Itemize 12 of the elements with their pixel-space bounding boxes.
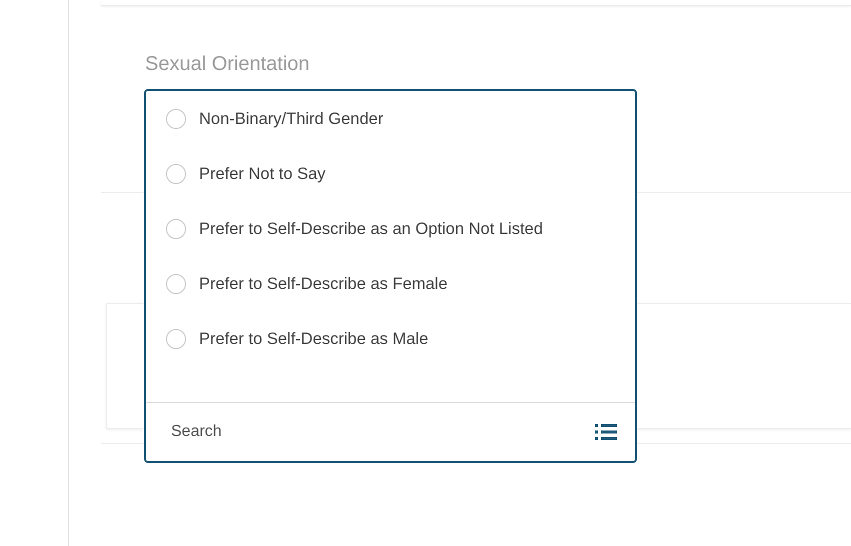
radio-option[interactable]: Prefer Not to Say [166,156,635,211]
radio-button[interactable] [166,329,186,349]
radio-option[interactable]: Prefer to Self-Describe as Female [166,266,635,321]
field-label: Sexual Orientation [145,53,311,76]
radio-button[interactable] [166,274,186,294]
radio-button[interactable] [166,219,186,239]
radio-option[interactable]: Prefer to Self-Describe as an Option Not Listed [166,211,635,266]
list-icon[interactable] [595,423,617,441]
radio-button[interactable] [166,164,186,184]
radio-option[interactable]: Non-Binary/Third Gender [166,101,635,156]
radio-button[interactable] [166,109,186,129]
radio-option[interactable]: Prefer to Self-Describe as Male [166,321,635,376]
